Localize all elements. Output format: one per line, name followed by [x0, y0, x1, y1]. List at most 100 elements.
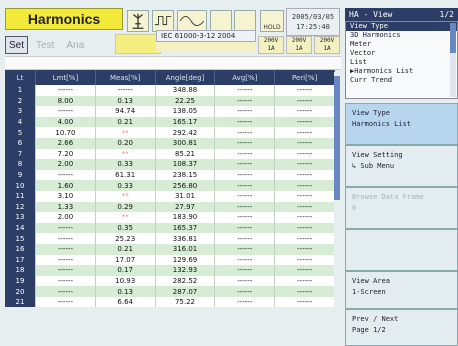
cell-n: 1 — [5, 85, 36, 96]
softkey-view-type-label: View Type — [352, 109, 390, 117]
menu-item[interactable]: View Type — [346, 22, 457, 31]
menu-item[interactable]: ▶Harmonics List — [346, 67, 457, 76]
scope-icon-button[interactable] — [127, 10, 149, 32]
cell-meas: 0.35 — [95, 222, 156, 234]
square-wave-icon — [154, 16, 172, 26]
softkey-view-setting[interactable]: View Setting ↳ Sub Menu — [345, 145, 458, 187]
table-row[interactable]: 17 ------ 17.07 129.69 ------ ------ — [5, 254, 335, 266]
softkey-view-type-value: Harmonics List — [352, 120, 412, 128]
cell-meas: ** — [95, 127, 156, 138]
tab-set[interactable]: Set — [5, 36, 29, 54]
menu-scrollbar[interactable] — [450, 23, 456, 97]
tab-ana[interactable]: Ana — [62, 36, 88, 54]
table-header-row: Lt Lmt[%] Meas[%] Angle[deg] Avg[%] Peri… — [5, 70, 335, 85]
menu-item[interactable]: Curr Trend — [346, 76, 457, 85]
cell-lmt: 2.00 — [35, 159, 96, 170]
table-row[interactable]: 11 3.10 ** 31.01 ------ ------ — [5, 190, 335, 202]
cell-angle: 316.01 — [155, 243, 216, 255]
cell-angle: 85.21 — [155, 148, 216, 160]
table-row[interactable]: 7 7.20 ** 85.21 ------ ------ — [5, 148, 335, 160]
table-row[interactable]: 19 ------ 10.93 282.52 ------ ------ — [5, 275, 335, 287]
table-row[interactable]: 6 2.66 0.20 300.81 ------ ------ — [5, 137, 335, 149]
table-row[interactable]: 9 ------ 61.31 238.15 ------ ------ — [5, 169, 335, 181]
cell-lmt: 1.33 — [35, 201, 96, 213]
over-limit-marker: ** — [121, 192, 129, 201]
table-row[interactable]: 3 ------ 94.74 138.05 ------ ------ — [5, 106, 335, 117]
cell-avg: ------ — [214, 286, 276, 297]
softkey-blank[interactable] — [345, 229, 458, 271]
cell-lmt: ------ — [35, 169, 96, 181]
tab-test[interactable]: Test — [32, 36, 58, 54]
cell-avg: ------ — [214, 127, 276, 138]
cell-avg: ------ — [214, 254, 276, 266]
sine-button[interactable] — [177, 10, 207, 32]
table-row[interactable]: 16 ------ 0.21 316.01 ------ ------ — [5, 243, 335, 255]
menu-item[interactable]: 3D Harmonics — [346, 31, 457, 40]
wave-button[interactable] — [152, 10, 174, 32]
table-row[interactable]: 1 ------ ------ 348.88 ------ ------ — [5, 85, 335, 96]
cell-peri: ------ — [274, 169, 335, 181]
cell-angle: 336.81 — [155, 233, 216, 244]
cell-n: 2 — [5, 95, 36, 107]
menu-item[interactable]: List — [346, 58, 457, 67]
cell-n: 10 — [5, 180, 36, 191]
col-limit: Lmt[%] — [35, 70, 96, 85]
table-row[interactable]: 12 1.33 0.29 27.97 ------ ------ — [5, 201, 335, 213]
cell-avg: ------ — [214, 296, 276, 308]
table-row[interactable]: 20 ------ 0.13 287.07 ------ ------ — [5, 286, 335, 297]
table-row[interactable]: 13 2.00 ** 183.90 ------ ------ — [5, 212, 335, 223]
cell-n: 20 — [5, 286, 36, 297]
table-row[interactable]: 10 1.60 0.33 256.80 ------ ------ — [5, 180, 335, 191]
softkey-browse-label: Browse Data Frame — [352, 193, 424, 201]
harmonics-table-container[interactable]: Lt Lmt[%] Meas[%] Angle[deg] Avg[%] Peri… — [5, 70, 335, 346]
blank-button-2[interactable] — [234, 10, 256, 32]
channel-2-voltage: 200V — [291, 37, 307, 44]
over-limit-marker: ** — [121, 149, 129, 158]
meter-strip — [5, 56, 341, 70]
cell-avg: ------ — [214, 159, 276, 170]
softkey-view-area[interactable]: View Area 1-Screen — [345, 271, 458, 309]
cell-peri: ------ — [274, 233, 335, 244]
cell-lmt: 10.70 — [35, 127, 96, 138]
cell-n: 15 — [5, 233, 36, 244]
table-row[interactable]: 8 2.00 0.33 108.37 ------ ------ — [5, 159, 335, 170]
cell-peri: ------ — [274, 95, 335, 107]
table-row[interactable]: 5 10.70 ** 292.42 ------ ------ — [5, 127, 335, 138]
cell-angle: 183.90 — [155, 212, 216, 223]
table-row[interactable]: 15 ------ 25.23 336.81 ------ ------ — [5, 233, 335, 244]
cell-angle: 129.69 — [155, 254, 216, 266]
softkey-view-setting-label: View Setting — [352, 151, 403, 159]
table-row[interactable]: 21 ------ 6.64 75.22 ------ ------ — [5, 296, 335, 308]
menu-item-label: View Type — [350, 22, 388, 30]
datetime-display: 2005/03/05 17:25:40 — [286, 8, 340, 36]
table-row[interactable]: 14 ------ 0.35 165.37 ------ ------ — [5, 222, 335, 234]
col-angle: Angle[deg] — [155, 70, 216, 85]
table-scroll-thumb[interactable] — [334, 76, 340, 200]
menu-item[interactable]: Vector — [346, 49, 457, 58]
cell-n: 17 — [5, 254, 36, 266]
cell-angle: 348.88 — [155, 85, 216, 96]
cell-angle: 132.93 — [155, 265, 216, 276]
date-text: 2005/03/05 — [291, 13, 335, 21]
channel-ranges: 200V 1A 200V 1A 200V 1A — [258, 36, 340, 54]
softkey-prev-next[interactable]: Prev / Next Page 1/2 — [345, 309, 458, 346]
cell-peri: ------ — [274, 265, 335, 276]
table-row[interactable]: 18 ------ 0.17 132.93 ------ ------ — [5, 265, 335, 276]
menu-item[interactable]: Meter — [346, 40, 457, 49]
cell-meas: 0.33 — [95, 159, 156, 170]
cell-avg: ------ — [214, 137, 276, 149]
blank-button-1[interactable] — [210, 10, 232, 32]
channel-1-current: 1A — [267, 45, 275, 52]
table-scrollbar[interactable] — [334, 72, 340, 342]
table-row[interactable]: 4 4.00 0.21 165.17 ------ ------ — [5, 116, 335, 128]
cell-peri: ------ — [274, 180, 335, 191]
softkey-browse-frame[interactable]: Browse Data Frame 0 — [345, 187, 458, 229]
harmonics-table: Lt Lmt[%] Meas[%] Angle[deg] Avg[%] Peri… — [5, 70, 335, 308]
menu-scroll-thumb[interactable] — [450, 23, 456, 53]
view-type-menu: View Type 3D Harmonics Meter Vector List ▶Har… — [345, 21, 458, 99]
softkey-view-type[interactable]: View Type Harmonics List — [345, 103, 458, 145]
table-row[interactable]: 2 8.00 0.13 22.25 ------ ------ — [5, 95, 335, 107]
cell-meas: ** — [95, 212, 156, 223]
time-text: 17:25:40 — [296, 23, 330, 31]
cell-avg: ------ — [214, 201, 276, 213]
